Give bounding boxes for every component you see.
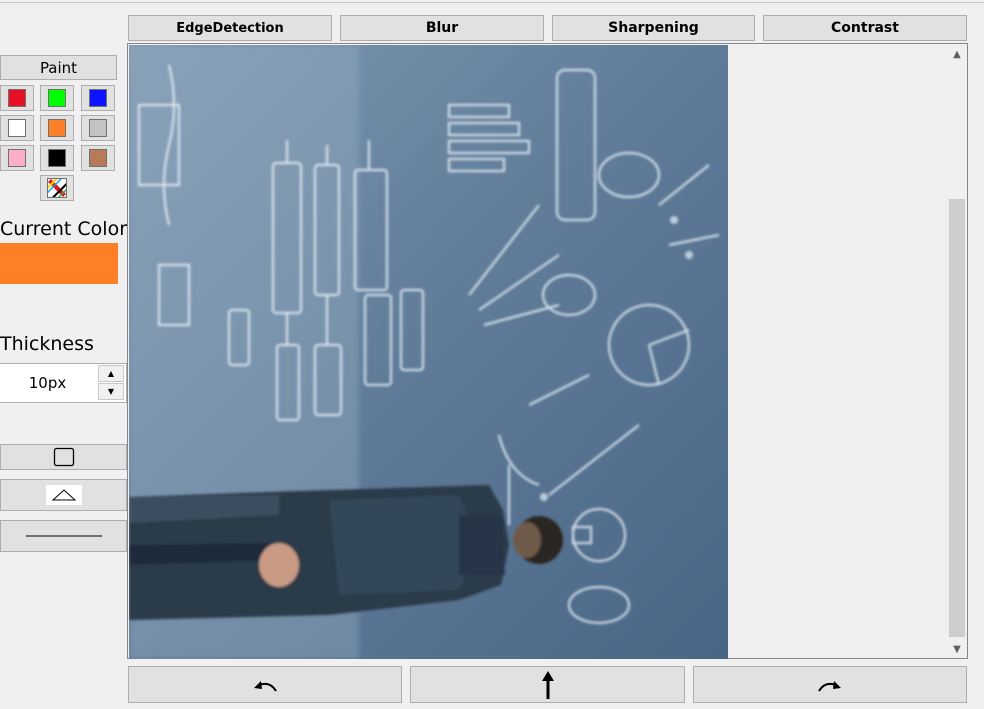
- photo-image: [129, 45, 728, 659]
- swatch-blue[interactable]: [81, 85, 115, 111]
- swatch-light-gray[interactable]: [81, 115, 115, 141]
- swatch-chip: [8, 89, 26, 107]
- edge-detection-button[interactable]: EdgeDetection: [128, 15, 332, 41]
- swatch-pink[interactable]: [0, 145, 34, 171]
- chevron-down-icon: ▼: [107, 387, 115, 396]
- swatch-chip: [89, 89, 107, 107]
- thickness-label: Thickness: [0, 333, 94, 355]
- scroll-down-button[interactable]: ▼: [947, 640, 967, 658]
- vertical-scrollbar[interactable]: ▲ ▼: [947, 45, 967, 658]
- rectangle-tool-button[interactable]: [0, 444, 127, 470]
- line-icon: [25, 535, 102, 537]
- up-arrow-icon: [541, 670, 554, 699]
- current-color-preview: [0, 243, 118, 284]
- swatch-chip: [48, 89, 66, 107]
- color-picker-icon: [47, 178, 67, 198]
- chevron-up-icon: ▲: [953, 48, 961, 60]
- rotate-right-icon: [818, 680, 841, 692]
- blur-label: Blur: [425, 20, 459, 36]
- swatch-chip: [8, 149, 26, 167]
- rotate-right-button[interactable]: [693, 666, 967, 703]
- rectangle-icon: [53, 447, 74, 467]
- spin-down-button[interactable]: ▼: [98, 383, 124, 400]
- scroll-thumb[interactable]: [949, 199, 965, 637]
- thickness-value[interactable]: 10px: [0, 364, 95, 402]
- rotate-left-button[interactable]: [128, 666, 402, 703]
- swatch-chip: [48, 119, 66, 137]
- triangle-tool-button[interactable]: [0, 479, 127, 511]
- upload-button[interactable]: [410, 666, 685, 703]
- line-tool-button[interactable]: [0, 520, 127, 552]
- image-canvas-scrollarea[interactable]: ▲ ▼: [127, 43, 968, 659]
- swatch-chip: [48, 149, 66, 167]
- sharpening-label: Sharpening: [608, 20, 699, 36]
- current-color-label: Current Color: [0, 218, 128, 240]
- image-canvas[interactable]: [129, 45, 728, 659]
- swatch-red[interactable]: [0, 85, 34, 111]
- blur-button[interactable]: Blur: [340, 15, 544, 41]
- color-picker-button[interactable]: [40, 175, 74, 201]
- rotate-left-icon: [254, 680, 277, 692]
- triangle-icon: [45, 485, 82, 505]
- contrast-label: Contrast: [831, 20, 899, 36]
- chevron-up-icon: ▲: [107, 369, 115, 378]
- contrast-button[interactable]: Contrast: [763, 15, 967, 41]
- swatch-black[interactable]: [40, 145, 74, 171]
- swatch-chip: [89, 119, 107, 137]
- swatch-chip: [89, 149, 107, 167]
- swatch-brown[interactable]: [81, 145, 115, 171]
- top-divider: [0, 2, 984, 3]
- chevron-down-icon: ▼: [953, 643, 961, 655]
- edge-detection-label: EdgeDetection: [176, 20, 284, 36]
- paint-label: Paint: [39, 58, 78, 77]
- swatch-chip: [8, 119, 26, 137]
- swatch-orange[interactable]: [40, 115, 74, 141]
- swatch-green[interactable]: [40, 85, 74, 111]
- sharpening-button[interactable]: Sharpening: [552, 15, 755, 41]
- spin-up-button[interactable]: ▲: [98, 365, 124, 382]
- thickness-spinbox[interactable]: 10px ▲ ▼: [0, 363, 127, 403]
- paint-button[interactable]: Paint: [0, 55, 117, 80]
- swatch-white[interactable]: [0, 115, 34, 141]
- scroll-up-button[interactable]: ▲: [947, 45, 967, 63]
